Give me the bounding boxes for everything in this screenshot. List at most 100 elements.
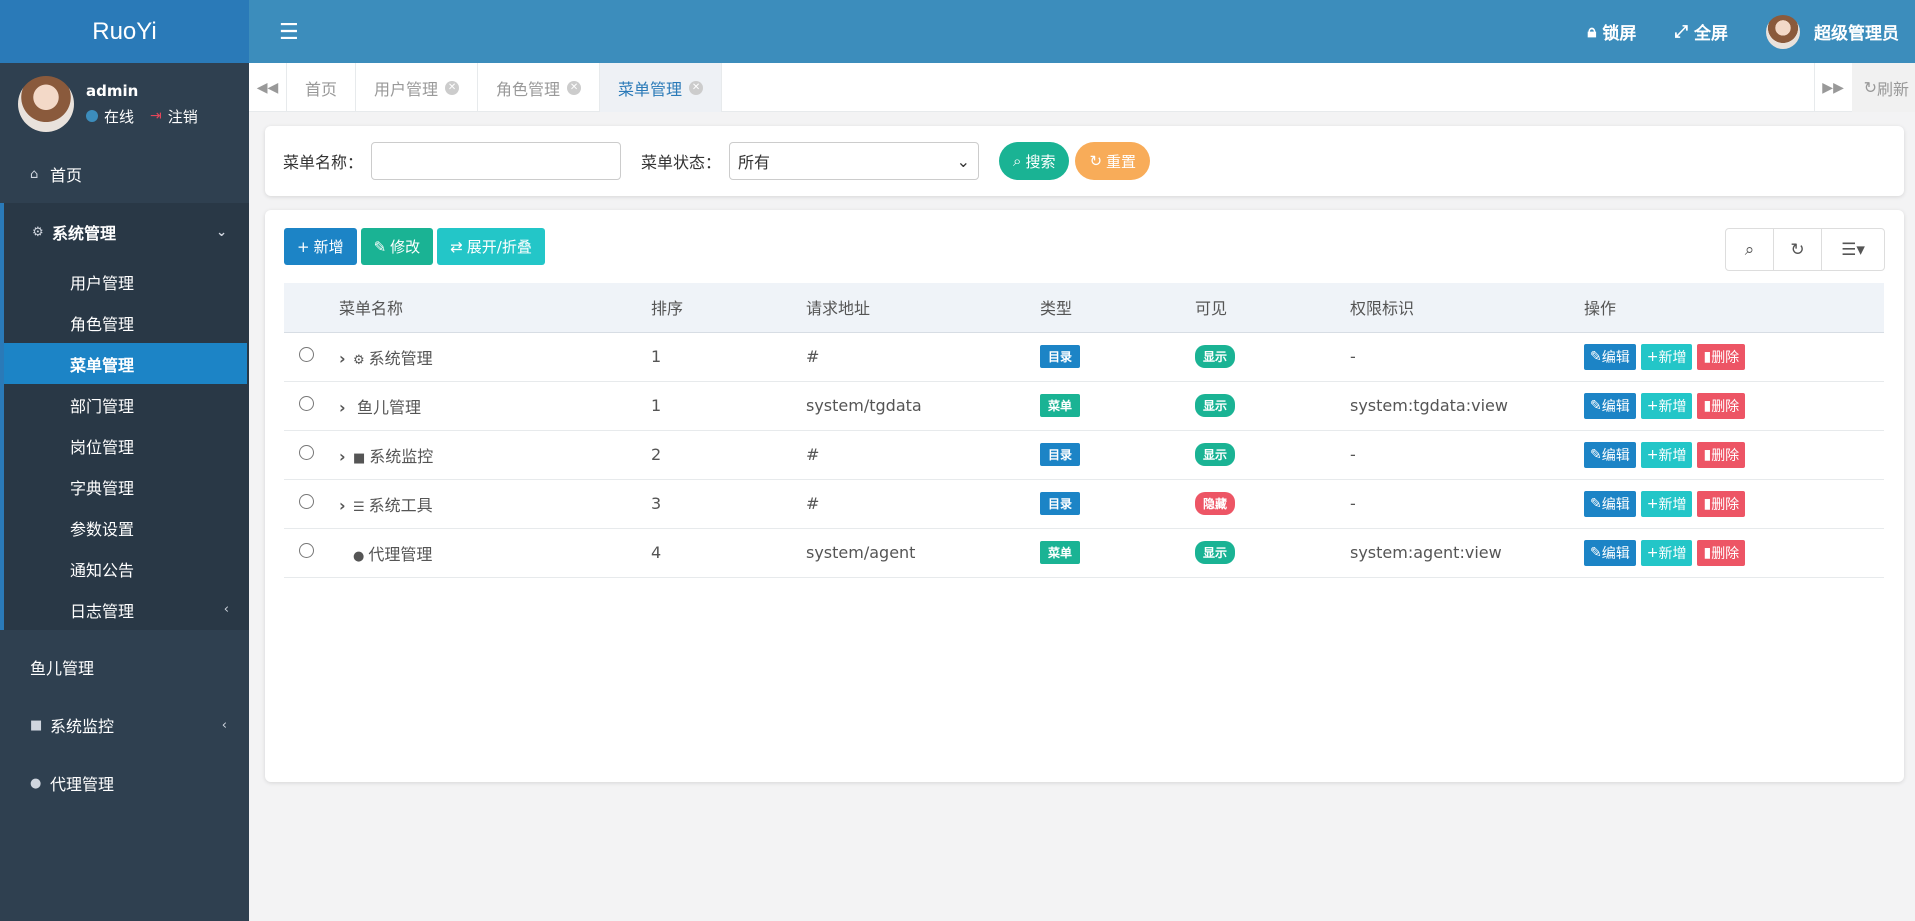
logout-icon[interactable]: ⇥ bbox=[150, 108, 162, 124]
row-add-button[interactable]: + 新增 bbox=[1640, 343, 1693, 370]
chevron-right-icon[interactable]: › bbox=[339, 398, 349, 417]
sidebar-item-config[interactable]: 参数设置 bbox=[4, 507, 249, 548]
sidebar-item-label: 日志管理 bbox=[70, 601, 135, 621]
tab-label: 角色管理 bbox=[496, 79, 561, 99]
sidebar-item-label: 参数设置 bbox=[70, 519, 135, 539]
search-button[interactable]: ⌕ 搜索 bbox=[999, 142, 1070, 180]
edit-button[interactable]: ✎ 修改 bbox=[360, 228, 434, 265]
tab-scroll-left-icon[interactable]: ◀◀ bbox=[249, 63, 287, 112]
sidebar-group-system: ⚙ 系统管理 ⌄ 用户管理 角色管理 菜单管理 部门管理 岗位管理 字典管理 参… bbox=[0, 203, 249, 630]
refresh-icon: ↻ bbox=[1863, 78, 1877, 97]
menu-url: system/agent bbox=[806, 528, 1040, 578]
logout-link[interactable]: 注销 bbox=[168, 106, 198, 127]
row-add-button[interactable]: + 新增 bbox=[1640, 490, 1693, 517]
account-name: 超级管理员 bbox=[1814, 24, 1899, 44]
sidebar-item-depts[interactable]: 部门管理 bbox=[4, 384, 249, 425]
table-row[interactable]: ● 代理管理 4 system/agent 菜单 显示 system:agent:… bbox=[284, 528, 1884, 578]
row-edit-button[interactable]: ✎ 编辑 bbox=[1584, 539, 1636, 566]
row-edit-button[interactable]: ✎ 编辑 bbox=[1584, 343, 1636, 370]
row-add-button[interactable]: + 新增 bbox=[1640, 539, 1693, 566]
row-radio[interactable] bbox=[299, 494, 314, 509]
sidebar-item-menus[interactable]: 菜单管理 bbox=[4, 343, 247, 384]
row-radio[interactable] bbox=[299, 445, 314, 460]
tab-roles[interactable]: 角色管理 ✕ bbox=[478, 63, 601, 112]
tab-users[interactable]: 用户管理 ✕ bbox=[356, 63, 479, 112]
plus-icon: + bbox=[1646, 348, 1659, 365]
chevron-left-icon: ‹ bbox=[223, 602, 229, 617]
row-delete-button[interactable]: ▮ 删除 bbox=[1697, 392, 1746, 419]
tab-scroll-right-icon[interactable]: ▶▶ bbox=[1813, 63, 1852, 112]
chevron-right-icon[interactable]: › bbox=[339, 496, 349, 515]
menu-name: 鱼儿管理 bbox=[357, 397, 422, 417]
close-icon[interactable]: ✕ bbox=[445, 80, 460, 95]
row-radio[interactable] bbox=[299, 347, 314, 362]
row-add-button[interactable]: + 新增 bbox=[1640, 392, 1693, 419]
row-radio[interactable] bbox=[299, 396, 314, 411]
user-avatar[interactable] bbox=[18, 76, 74, 132]
row-radio[interactable] bbox=[299, 543, 314, 558]
row-edit-button[interactable]: ✎ 编辑 bbox=[1584, 392, 1636, 419]
column-header: 操作 bbox=[1584, 283, 1884, 333]
tab-menus[interactable]: 菜单管理 ✕ bbox=[600, 63, 723, 112]
table-row[interactable]: › ■ 系统监控 2 # 目录 显示 - ✎ 编辑 + 新增 ▮ 删除 bbox=[284, 430, 1884, 480]
lock-screen-button[interactable]: 🔒︎ 锁屏 bbox=[1587, 19, 1636, 45]
table-row[interactable]: › ☰ 系统工具 3 # 目录 隐藏 - ✎ 编辑 + 新增 ▮ 删除 bbox=[284, 479, 1884, 529]
columns-toggle-button[interactable]: ☰▾ bbox=[1822, 229, 1884, 270]
row-edit-button[interactable]: ✎ 编辑 bbox=[1584, 441, 1636, 468]
sidebar-item-home[interactable]: ⌂ 首页 bbox=[0, 145, 249, 203]
sidebar-item-agent[interactable]: ● 代理管理 bbox=[0, 754, 249, 812]
trash-icon: ▮ bbox=[1703, 495, 1712, 512]
user-name: admin bbox=[86, 81, 139, 100]
op-label: 编辑 bbox=[1601, 496, 1630, 513]
close-icon[interactable]: ✕ bbox=[689, 80, 704, 95]
sidebar-item-fish[interactable]: 鱼儿管理 bbox=[0, 638, 249, 696]
add-button[interactable]: + 新增 bbox=[284, 228, 357, 265]
app-logo[interactable]: RuoYi bbox=[0, 0, 249, 63]
row-add-button[interactable]: + 新增 bbox=[1640, 441, 1693, 468]
sidebar-item-monitor[interactable]: ■ 系统监控 ‹ bbox=[0, 696, 249, 754]
trash-icon: ▮ bbox=[1703, 348, 1712, 365]
fullscreen-button[interactable]: ⤢ 全屏 bbox=[1674, 19, 1728, 45]
column-header: 排序 bbox=[651, 283, 806, 333]
sidebar-item-roles[interactable]: 角色管理 bbox=[4, 302, 249, 343]
table-row[interactable]: › ⚙ 系统管理 1 # 目录 显示 - ✎ 编辑 + 新增 ▮ 删除 bbox=[284, 332, 1884, 382]
refresh-tab-button[interactable]: ↻ 刷新 bbox=[1851, 63, 1915, 112]
tab-home[interactable]: 首页 bbox=[287, 63, 357, 112]
row-delete-button[interactable]: ▮ 删除 bbox=[1697, 343, 1746, 370]
row-edit-button[interactable]: ✎ 编辑 bbox=[1584, 490, 1636, 517]
sidebar-item-system[interactable]: ⚙ 系统管理 ⌄ bbox=[4, 203, 249, 261]
row-delete-button[interactable]: ▮ 删除 bbox=[1697, 441, 1746, 468]
refresh-label: 刷新 bbox=[1876, 79, 1909, 99]
edit-icon: ✎ bbox=[1590, 348, 1602, 365]
refresh-table-button[interactable]: ↻ bbox=[1774, 229, 1822, 270]
type-badge: 目录 bbox=[1040, 345, 1081, 368]
user-panel: admin 在线 ⇥ 注销 bbox=[0, 63, 249, 145]
video-camera-icon: ■ bbox=[30, 717, 43, 733]
column-header: 类型 bbox=[1040, 283, 1195, 333]
sidebar-item-notice[interactable]: 通知公告 bbox=[4, 548, 249, 589]
sidebar-item-dicts[interactable]: 字典管理 bbox=[4, 466, 249, 507]
table-row[interactable]: › 鱼儿管理 1 system/tgdata 菜单 显示 system:tgdat… bbox=[284, 381, 1884, 431]
sidebar-item-label: 系统监控 bbox=[50, 717, 115, 736]
chevron-right-icon[interactable]: › bbox=[339, 447, 349, 466]
menu-status-select[interactable]: 所有 ⌄ bbox=[729, 142, 980, 180]
account-menu[interactable]: 超级管理员 bbox=[1766, 14, 1899, 49]
chevron-right-icon[interactable]: › bbox=[339, 349, 349, 368]
menu-name: 系统工具 bbox=[368, 495, 433, 515]
sidebar-item-logs[interactable]: 日志管理 ‹ bbox=[4, 589, 249, 630]
chevron-left-icon: ‹ bbox=[221, 717, 227, 733]
menu-toggle-icon[interactable]: ☰ bbox=[279, 20, 299, 45]
reset-button[interactable]: ↻ 重置 bbox=[1075, 142, 1151, 180]
sidebar-item-posts[interactable]: 岗位管理 bbox=[4, 425, 249, 466]
row-delete-button[interactable]: ▮ 删除 bbox=[1697, 490, 1746, 517]
table-panel: + 新增 ✎ 修改 ⇄ 展开/折叠 ⌕ ↻ ☰▾ 菜单名称 排序 请求地址 类型 可见… bbox=[265, 210, 1904, 782]
op-label: 新增 bbox=[1658, 349, 1687, 366]
menu-name-input[interactable] bbox=[371, 142, 622, 180]
expand-collapse-button[interactable]: ⇄ 展开/折叠 bbox=[437, 228, 545, 265]
close-icon[interactable]: ✕ bbox=[567, 80, 582, 95]
row-delete-button[interactable]: ▮ 删除 bbox=[1697, 539, 1746, 566]
search-toggle-button[interactable]: ⌕ bbox=[1726, 229, 1774, 270]
sidebar-item-users[interactable]: 用户管理 bbox=[4, 261, 249, 302]
trash-icon: ▮ bbox=[1703, 397, 1712, 414]
edit-icon: ✎ bbox=[373, 237, 387, 256]
